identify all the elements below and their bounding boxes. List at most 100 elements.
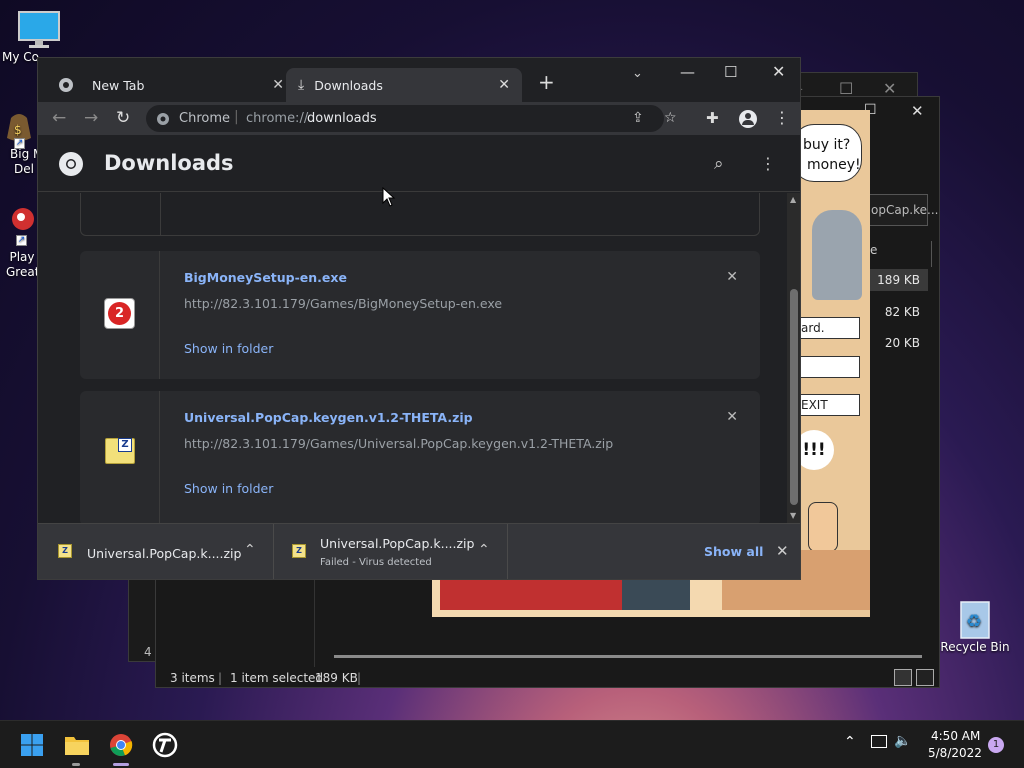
profile-avatar-icon[interactable] — [739, 110, 757, 128]
running-indicator — [72, 763, 80, 766]
download-card-side: Z — [80, 391, 160, 523]
comic-floor-dark — [622, 580, 690, 610]
reload-icon[interactable]: ↻ — [116, 110, 130, 127]
close-icon[interactable]: ✕ — [726, 269, 738, 285]
download-card-side — [81, 193, 161, 235]
recycle-bin-icon: ♻ — [960, 601, 990, 639]
share-icon[interactable]: ⇪ — [632, 110, 644, 126]
close-icon[interactable]: ✕ — [911, 102, 924, 120]
close-icon[interactable]: ✕ — [498, 77, 510, 93]
scroll-down-icon[interactable]: ▼ — [790, 511, 796, 520]
close-icon[interactable]: ✕ — [772, 64, 785, 80]
search-icon[interactable]: ⌕ — [714, 156, 724, 173]
download-filename[interactable]: Universal.PopCap.keygen.v1.2-THETA.zip — [184, 410, 473, 425]
desktop-icon-play-great-games[interactable]: ↗ Play Great — [0, 205, 39, 280]
chevron-up-icon[interactable]: ⌃ — [478, 542, 490, 558]
status-items: 3 items — [170, 671, 215, 685]
shelf-item-name: Universal.PopCap.k....zip — [320, 536, 475, 551]
windows-start-icon[interactable] — [18, 731, 46, 759]
chrome-logo-icon — [59, 152, 83, 176]
zip-archive-icon: Z — [58, 544, 72, 558]
kebab-menu-icon[interactable]: ⋮ — [760, 156, 776, 172]
downloads-header: Downloads ⌕ ⋮ — [38, 135, 800, 192]
search-input[interactable]: opCap.ke... — [868, 194, 938, 226]
omnibox-site: Chrome — [179, 111, 230, 126]
game-menu-button[interactable] — [794, 356, 860, 378]
downloads-list: 2 BigMoneySetup-en.exe http://82.3.101.1… — [38, 193, 800, 523]
tiles-view-button[interactable] — [916, 669, 934, 686]
address-bar[interactable]: Chrome | chrome:// downloads ⇪ ☆ — [146, 105, 677, 132]
download-url[interactable]: http://82.3.101.179/Games/BigMoneySetup-… — [184, 296, 502, 311]
vertical-scrollbar[interactable]: ▲ ▼ — [787, 193, 800, 523]
tab-downloads[interactable]: ⤓ Downloads ✕ — [286, 68, 522, 102]
cartoon-fist — [808, 502, 838, 552]
desktop-icon-my-computer[interactable]: My Co — [0, 10, 78, 64]
forward-arrow-icon[interactable]: → — [84, 110, 98, 127]
active-indicator — [113, 763, 129, 766]
network-icon[interactable] — [871, 735, 887, 748]
kebab-menu-icon[interactable]: ⋮ — [774, 110, 790, 126]
close-icon[interactable]: ✕ — [726, 409, 738, 425]
chevron-up-icon[interactable]: ⌃ — [244, 542, 256, 558]
scroll-up-icon[interactable]: ▲ — [790, 195, 796, 204]
download-shelf-item[interactable]: Z Universal.PopCap.k....zip ⌃ — [38, 524, 274, 579]
mouse-cursor-icon — [382, 187, 396, 207]
shelf-item-name: Universal.PopCap.k....zip — [87, 546, 242, 561]
desktop-icon-recycle-bin[interactable]: ♻ Recycle Bin — [940, 598, 1010, 654]
scrollbar-thumb[interactable] — [790, 289, 798, 505]
close-icon[interactable]: ✕ — [776, 542, 789, 560]
chrome-taskbar-icon[interactable] — [107, 731, 135, 759]
nav-pane-divider — [314, 577, 315, 667]
file-explorer-icon[interactable] — [63, 731, 91, 759]
show-in-folder-link[interactable]: Show in folder — [184, 341, 273, 356]
desktop-icon-big-money[interactable]: $ ↗ Big M Del — [0, 108, 43, 177]
star-icon[interactable]: ☆ — [664, 110, 677, 126]
zip-archive-icon: Z — [105, 438, 135, 464]
shortcut-arrow-icon: ↗ — [14, 138, 25, 149]
download-shelf-item[interactable]: Z Universal.PopCap.k....zip Failed - Vir… — [274, 524, 508, 579]
desktop-icon-label: Recycle Bin — [940, 640, 1010, 654]
page-title: Downloads — [104, 151, 234, 175]
minimize-icon[interactable]: — — [680, 64, 695, 80]
horizontal-scrollbar[interactable] — [334, 655, 922, 658]
chrome-window[interactable]: New Tab ✕ ⤓ Downloads ✕ + ⌄ — ☐ ✕ ← → ↻ … — [37, 57, 801, 580]
tab-strip: New Tab ✕ ⤓ Downloads ✕ + ⌄ — ☐ ✕ — [38, 58, 800, 102]
close-icon[interactable]: ✕ — [272, 77, 284, 93]
volume-icon[interactable]: 🔈 — [894, 733, 911, 749]
extensions-puzzle-icon[interactable]: ✚ — [706, 110, 719, 126]
speech-text: money! — [807, 157, 861, 173]
chevron-up-icon[interactable]: ⌃ — [844, 734, 856, 750]
download-url[interactable]: http://82.3.101.179/Games/Universal.PopC… — [184, 436, 613, 451]
download-card-partial — [80, 193, 760, 236]
status-selected: 1 item selected — [230, 671, 324, 685]
omnibox-url-path: downloads — [307, 111, 377, 126]
browser-toolbar: ← → ↻ Chrome | chrome:// downloads ⇪ ☆ ✚… — [38, 102, 800, 135]
back-arrow-icon[interactable]: ← — [52, 110, 66, 127]
omnibox-url-prefix: chrome:// — [246, 111, 309, 126]
new-tab-icon[interactable]: + — [538, 72, 555, 92]
status-size: 189 KB — [315, 671, 358, 685]
shortcut-arrow-icon: ↗ — [16, 235, 27, 246]
shelf-item-status: Failed - Virus detected — [320, 557, 432, 568]
tab-new-tab[interactable]: New Tab ✕ — [48, 68, 284, 102]
svg-text:$: $ — [14, 123, 22, 137]
svg-text:♻: ♻ — [966, 611, 982, 632]
maximize-icon[interactable]: ☐ — [724, 64, 737, 80]
column-header[interactable]: e — [870, 241, 932, 267]
show-in-folder-link[interactable]: Show in folder — [184, 481, 273, 496]
show-all-button[interactable]: Show all — [704, 544, 763, 559]
clock-time[interactable]: 4:50 AM — [931, 729, 980, 743]
download-icon: ⤓ — [298, 77, 305, 93]
clock-date[interactable]: 5/8/2022 — [928, 746, 982, 760]
game-menu-button[interactable]: ard. — [794, 317, 860, 339]
game-exit-button[interactable]: EXIT — [794, 394, 860, 416]
chevron-down-icon[interactable]: ⌄ — [632, 66, 643, 82]
taskbar: ⌃ 🔈 4:50 AM 5/8/2022 1 — [0, 720, 1024, 768]
download-filename[interactable]: BigMoneySetup-en.exe — [184, 270, 347, 285]
app-t-icon[interactable] — [151, 731, 179, 759]
speech-bubble: buy it? money! — [792, 124, 862, 182]
notification-badge[interactable]: 1 — [988, 737, 1004, 753]
download-shelf: Z Universal.PopCap.k....zip ⌃ Z Universa… — [38, 523, 800, 579]
details-view-button[interactable] — [894, 669, 912, 686]
monitor-icon — [18, 11, 60, 48]
